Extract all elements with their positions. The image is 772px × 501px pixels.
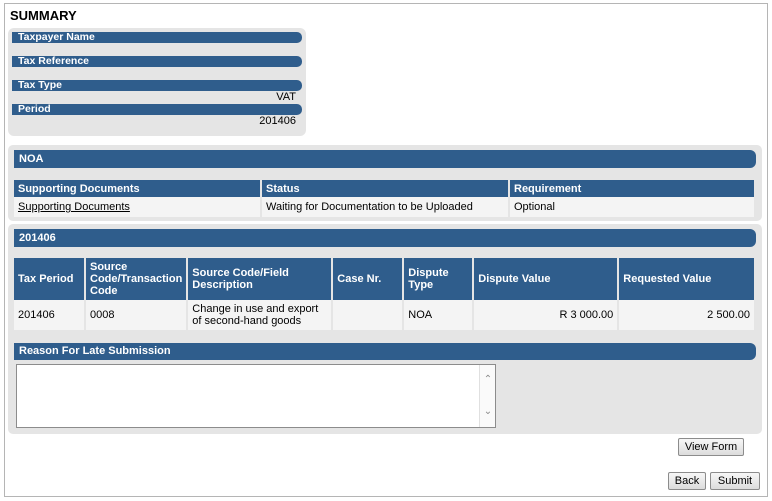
column-header-dispute-type: Dispute Type <box>404 258 475 300</box>
tax-reference-label: Tax Reference <box>12 56 302 67</box>
supporting-documents-link[interactable]: Supporting Documents <box>18 201 130 213</box>
textarea-scrollbar[interactable]: ⌃ ⌄ <box>479 365 495 427</box>
late-submission-header: Reason For Late Submission <box>14 343 756 360</box>
summary-box: Taxpayer Name Tax Reference Tax Type VAT… <box>8 28 306 136</box>
dispute-details-table: Tax Period Source Code/Transaction Code … <box>14 258 756 330</box>
tax-type-value: VAT <box>276 91 296 103</box>
column-header-case-nr: Case Nr. <box>333 258 405 300</box>
period-row: Period 201406 <box>12 104 302 128</box>
dispute-value-cell: R 3 000.00 <box>474 300 620 330</box>
page-title: SUMMARY <box>10 8 77 23</box>
tax-reference-row: Tax Reference <box>12 56 302 80</box>
table-row: Supporting Documents Waiting for Documen… <box>14 197 756 217</box>
period-label: Period <box>12 104 302 115</box>
period-value: 201406 <box>259 115 296 127</box>
view-form-button[interactable]: View Form <box>678 438 744 456</box>
tax-period-cell: 201406 <box>14 300 86 330</box>
requirement-cell: Optional <box>510 197 756 217</box>
dispute-type-cell: NOA <box>404 300 475 330</box>
noa-section-header: NOA <box>14 150 756 168</box>
supporting-documents-cell: Supporting Documents <box>14 197 262 217</box>
source-code-description-cell: Change in use and export of second-hand … <box>188 300 334 330</box>
column-header-tax-period: Tax Period <box>14 258 86 300</box>
column-header-dispute-value: Dispute Value <box>474 258 620 300</box>
submit-button[interactable]: Submit <box>710 472 760 490</box>
source-code-transaction-cell: 0008 <box>86 300 189 330</box>
tax-type-row: Tax Type VAT <box>12 80 302 104</box>
column-header-source-code-transaction: Source Code/Transaction Code <box>86 258 189 300</box>
supporting-documents-table: Supporting Documents Status Requirement … <box>14 180 756 217</box>
period-section-header: 201406 <box>14 229 756 247</box>
tax-type-label: Tax Type <box>12 80 302 91</box>
taxpayer-name-row: Taxpayer Name <box>12 32 302 56</box>
scroll-up-icon[interactable]: ⌃ <box>483 375 493 385</box>
column-header-requirement: Requirement <box>510 180 756 197</box>
column-header-supporting-documents: Supporting Documents <box>14 180 262 197</box>
late-submission-textarea[interactable] <box>17 365 479 427</box>
requested-value-cell: 2 500.00 <box>619 300 756 330</box>
late-submission-textarea-box: ⌃ ⌄ <box>16 364 496 428</box>
status-cell: Waiting for Documentation to be Uploaded <box>262 197 510 217</box>
column-header-source-code-description: Source Code/Field Description <box>188 258 334 300</box>
taxpayer-name-label: Taxpayer Name <box>12 32 302 43</box>
column-header-status: Status <box>262 180 510 197</box>
back-button[interactable]: Back <box>668 472 706 490</box>
case-nr-cell <box>333 300 405 330</box>
scroll-down-icon[interactable]: ⌄ <box>483 407 493 417</box>
table-row: 201406 0008 Change in use and export of … <box>14 300 756 330</box>
column-header-requested-value: Requested Value <box>619 258 756 300</box>
